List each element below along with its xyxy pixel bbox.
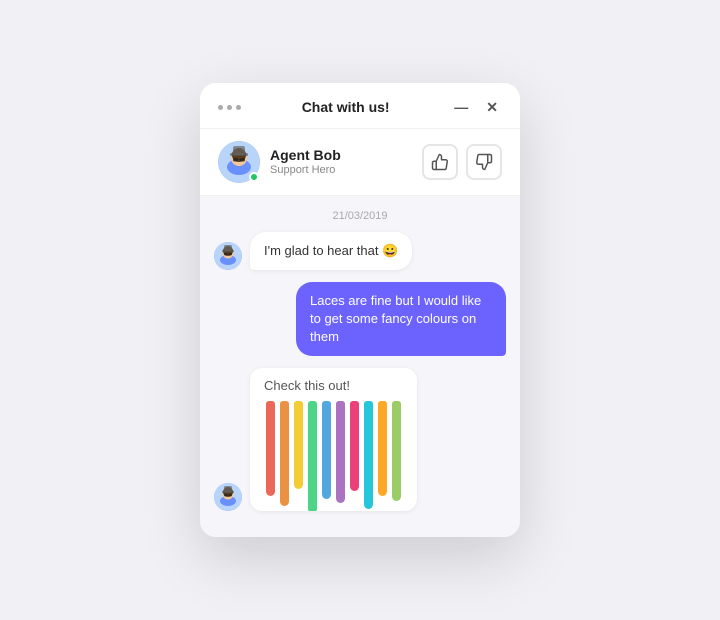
thumbs-down-icon [475,153,493,171]
thumbs-up-icon [431,153,449,171]
agent-avatar-wrapper [218,141,260,183]
lace-stripe [336,401,345,503]
online-indicator [249,172,259,182]
lace-stripe [266,401,275,496]
lace-stripe [392,401,401,501]
message-bubble-2: Laces are fine but I would like to get s… [296,282,506,357]
lace-stripe [308,401,317,511]
thumbs-up-button[interactable] [422,144,458,180]
message-text-1: I'm glad to hear that 😀 [264,243,398,258]
agent-info: Agent Bob Support Hero [218,141,341,183]
message-bubble-1: I'm glad to hear that 😀 [250,232,412,270]
message-row-image: Check this out! [214,368,506,511]
laces-image [264,401,403,511]
lace-stripe [350,401,359,491]
close-button[interactable]: ✕ [482,97,502,118]
feedback-buttons [422,144,502,180]
window-title: Chat with us! [302,99,390,115]
lace-stripe [280,401,289,506]
chat-body: 21/03/2019 I'm glad to hear that 😀 [200,196,520,538]
agent-title: Support Hero [270,164,341,176]
lace-stripe [364,401,373,509]
message-row: I'm glad to hear that 😀 [214,232,506,270]
dot-3 [236,105,241,110]
agent-name: Agent Bob [270,147,341,163]
window-controls: — ✕ [450,97,502,118]
lace-stripe [378,401,387,496]
agent-row: Agent Bob Support Hero [200,129,520,196]
chat-window: Chat with us! — ✕ [200,83,520,538]
thumbs-down-button[interactable] [466,144,502,180]
image-message-bubble: Check this out! [250,368,417,511]
dot-1 [218,105,223,110]
agent-message-avatar-2 [214,483,242,511]
agent-avatar-small-2 [214,483,242,511]
message-row-user: Laces are fine but I would like to get s… [214,282,506,357]
lace-stripe [294,401,303,489]
image-message-text: Check this out! [264,378,403,393]
agent-message-avatar [214,242,242,270]
minimize-button[interactable]: — [450,97,472,117]
lace-stripe [322,401,331,499]
dot-2 [227,105,232,110]
window-dots [218,105,241,110]
message-text-2: Laces are fine but I would like to get s… [310,293,481,344]
agent-avatar-small [214,242,242,270]
top-bar: Chat with us! — ✕ [200,83,520,129]
date-divider: 21/03/2019 [214,210,506,222]
agent-text-info: Agent Bob Support Hero [270,147,341,176]
